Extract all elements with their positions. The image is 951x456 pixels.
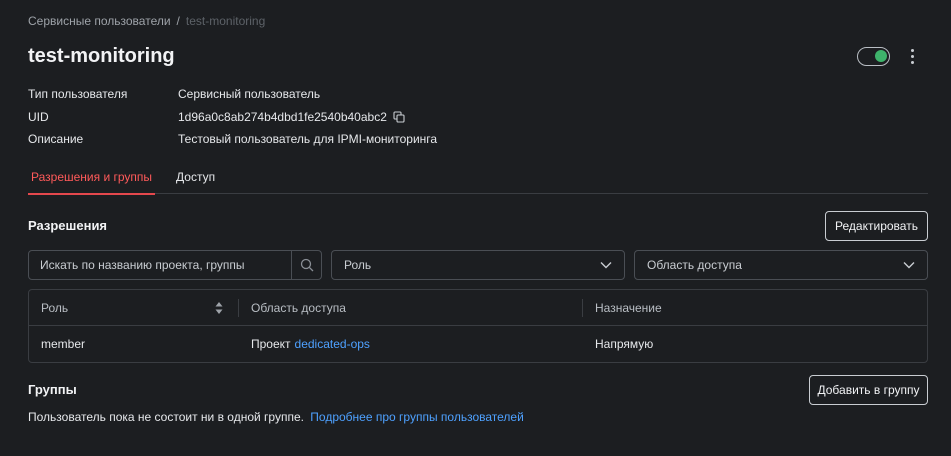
search-input[interactable] bbox=[29, 251, 291, 279]
table-row: member Проект dedicated-ops Напрямую bbox=[29, 326, 927, 362]
search-icon bbox=[300, 258, 313, 272]
table-header: Роль Область доступа Назначение bbox=[29, 290, 927, 326]
column-assignment-label: Назначение bbox=[595, 301, 662, 315]
column-divider bbox=[582, 299, 583, 317]
column-scope-label: Область доступа bbox=[251, 301, 346, 315]
groups-empty-text: Пользователь пока не состоит ни в одной … bbox=[28, 410, 304, 424]
groups-title: Группы bbox=[28, 382, 77, 397]
search-box bbox=[28, 250, 322, 280]
chevron-down-icon bbox=[903, 262, 915, 269]
toggle-knob bbox=[875, 50, 887, 62]
user-info: Тип пользователя Сервисный пользователь … bbox=[28, 83, 437, 151]
copy-icon[interactable] bbox=[393, 111, 405, 123]
column-divider bbox=[238, 299, 239, 317]
search-button[interactable] bbox=[291, 251, 321, 279]
breadcrumb-current: test-monitoring bbox=[185, 14, 266, 28]
breadcrumb-service-users-link[interactable]: Сервисные пользователи bbox=[28, 14, 171, 28]
tab-access[interactable]: Доступ bbox=[173, 162, 218, 194]
breadcrumb-separator: / bbox=[176, 14, 180, 28]
breadcrumb: Сервисные пользователи / test-monitoring bbox=[28, 14, 265, 28]
scope-select-label: Область доступа bbox=[647, 258, 742, 272]
more-menu-button[interactable] bbox=[904, 46, 920, 66]
column-role[interactable]: Роль bbox=[41, 290, 68, 326]
column-scope: Область доступа bbox=[251, 290, 346, 326]
more-dot bbox=[910, 61, 914, 64]
more-dots-icon bbox=[910, 49, 914, 52]
more-dot bbox=[910, 55, 914, 58]
chevron-down-icon bbox=[600, 262, 612, 269]
info-uid-value-wrap: 1d96a0c8ab274b4dbd1fe2540b40abc2 bbox=[178, 110, 405, 124]
info-description-label: Описание bbox=[28, 132, 84, 147]
tabs: Разрешения и группы Доступ bbox=[28, 162, 928, 195]
cell-scope: Проект dedicated-ops bbox=[251, 326, 370, 362]
role-select-label: Роль bbox=[344, 258, 372, 272]
info-description-value: Тестовый пользователь для IPMI-мониторин… bbox=[178, 132, 438, 147]
info-row-uid: UID 1d96a0c8ab274b4dbd1fe2540b40abc2 bbox=[28, 106, 437, 129]
info-uid-value: 1d96a0c8ab274b4dbd1fe2540b40abc2 bbox=[178, 109, 387, 124]
info-type-label: Тип пользователя bbox=[28, 87, 128, 102]
scope-select[interactable]: Область доступа bbox=[634, 250, 928, 280]
column-assignment: Назначение bbox=[595, 290, 662, 326]
groups-help-link[interactable]: Подробнее про группы пользователей bbox=[310, 410, 524, 424]
permissions-title: Разрешения bbox=[28, 218, 108, 233]
add-to-group-button[interactable]: Добавить в группу bbox=[809, 375, 928, 405]
edit-button[interactable]: Редактировать bbox=[825, 211, 928, 241]
user-enabled-toggle[interactable] bbox=[857, 47, 890, 66]
project-link[interactable]: dedicated-ops bbox=[295, 337, 370, 351]
cell-role: member bbox=[41, 337, 86, 351]
column-role-label: Роль bbox=[41, 301, 69, 315]
page-title: test-monitoring bbox=[28, 45, 175, 67]
role-select[interactable]: Роль bbox=[331, 250, 625, 280]
info-row-description: Описание Тестовый пользователь для IPMI-… bbox=[28, 128, 437, 151]
cell-assignment: Напрямую bbox=[595, 337, 654, 351]
info-row-type: Тип пользователя Сервисный пользователь bbox=[28, 83, 437, 106]
cell-scope-prefix: Проект bbox=[251, 337, 291, 351]
sort-icon[interactable] bbox=[215, 301, 223, 315]
info-type-value: Сервисный пользователь bbox=[178, 87, 321, 102]
groups-empty-message: Пользователь пока не состоит ни в одной … bbox=[28, 410, 524, 424]
tab-permissions-groups[interactable]: Разрешения и группы bbox=[28, 162, 156, 195]
info-uid-label: UID bbox=[28, 109, 49, 124]
permissions-table: Роль Область доступа Назначение member П… bbox=[28, 289, 928, 363]
